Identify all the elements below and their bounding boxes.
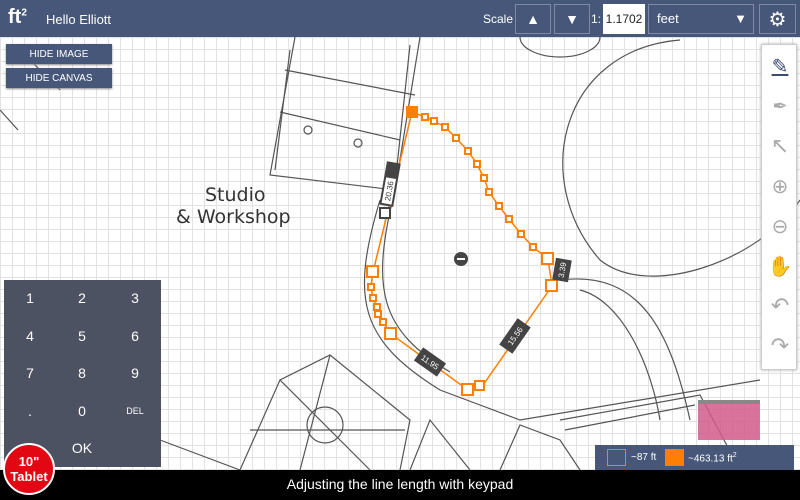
area-swatch [665,449,684,466]
hide-canvas-button[interactable]: HIDE CANVAS [6,68,112,88]
perimeter-value: ~87 ft [631,452,657,463]
tool-palette: ✎ ✒ ↖ ⊕ ⊖ ✋ ↶ ↷ [761,44,797,370]
measurement-legend: ~87 ft ~463.13 ft2 [595,445,794,470]
undo-icon[interactable]: ↶ [762,287,798,325]
zoom-in-icon[interactable]: ⊕ [762,167,798,205]
logo-sup: 2 [21,7,27,19]
numeric-keypad: 1 2 3 4 5 6 7 8 9 . 0 DEL OK [4,280,161,467]
key-1[interactable]: 1 [4,280,56,316]
scale-up-button[interactable]: ▲ [515,4,551,34]
room-label: & Workshop [176,206,291,228]
key-4[interactable]: 4 [4,318,56,354]
unit-select[interactable]: feet ▼ [648,4,754,34]
chevron-down-icon: ▼ [734,11,747,26]
gear-icon[interactable]: ⚙ [759,4,796,34]
area-unit-sup: 2 [732,452,737,459]
badge-line2: Tablet [10,469,48,484]
key-8[interactable]: 8 [56,355,108,391]
scale-label: Scale [483,12,514,26]
keypad-icon[interactable] [379,207,391,219]
key-7[interactable]: 7 [4,355,56,391]
key-9[interactable]: 9 [109,355,161,391]
caption: Adjusting the line length with keypad [286,476,514,492]
scale-ratio-input[interactable]: 1.1702 [603,4,645,34]
zoom-out-icon[interactable]: ⊖ [762,207,798,245]
key-delete[interactable]: DEL [109,393,161,429]
area-value: ~463.13 ft2 [688,452,737,464]
perimeter-swatch [607,449,626,466]
pointer-icon[interactable]: ↖ [762,127,798,165]
key-0[interactable]: 0 [56,393,108,429]
pen-tool-icon[interactable]: ✒ [762,87,798,125]
unit-value: feet [657,11,679,26]
key-3[interactable]: 3 [109,280,161,316]
pencil-icon[interactable]: ✎ [762,47,798,85]
device-badge: 10" Tablet [3,443,55,495]
greeting: Hello Elliott [46,12,112,27]
logo-text: ft [8,6,22,28]
key-2[interactable]: 2 [56,280,108,316]
key-6[interactable]: 6 [109,318,161,354]
scale-down-button[interactable]: ▼ [554,4,590,34]
top-bar: ft2 Hello Elliott Scale ▲ ▼ 1: 1.1702 fe… [0,0,800,37]
app-logo: ft2 [8,6,27,29]
key-ok[interactable]: OK [56,430,108,466]
badge-line1: 10" [18,454,40,469]
key-decimal[interactable]: . [4,393,56,429]
redo-icon[interactable]: ↷ [762,327,798,365]
area-text: ~463.13 ft [688,453,733,465]
caption-bar: Adjusting the line length with keypad [0,470,800,500]
room-label: Studio [205,184,266,206]
hide-image-button[interactable]: HIDE IMAGE [6,44,112,64]
key-5[interactable]: 5 [56,318,108,354]
hand-icon[interactable]: ✋ [762,247,798,285]
ratio-prefix: 1: [591,12,602,26]
